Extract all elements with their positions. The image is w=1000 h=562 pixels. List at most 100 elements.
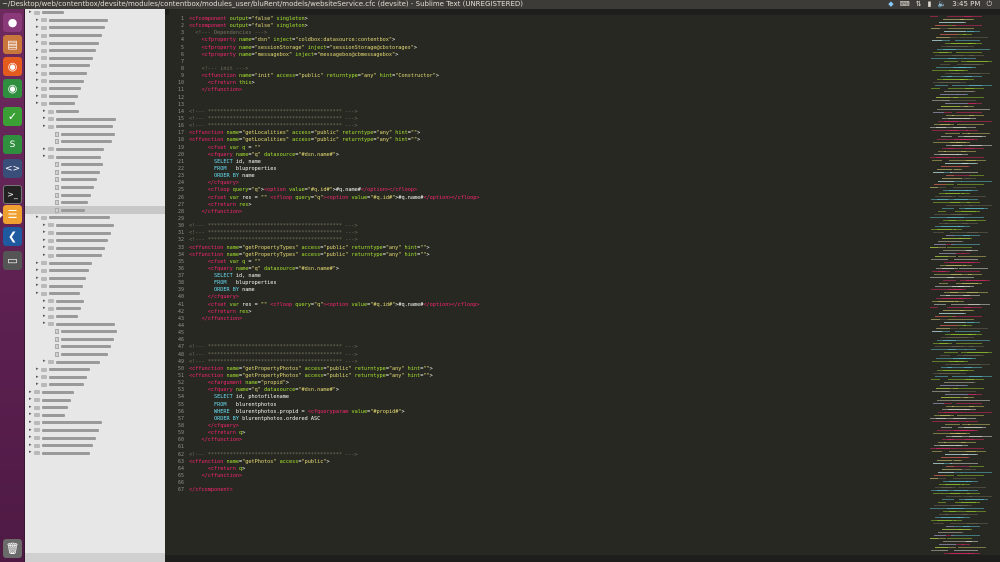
code-editor-icon[interactable]: <>	[3, 159, 22, 178]
tree-item[interactable]: ▸	[25, 282, 165, 290]
tree-item[interactable]	[25, 351, 165, 359]
tree-item[interactable]: ▸	[25, 229, 165, 237]
tree-item[interactable]: ▸	[25, 252, 165, 260]
tree-item[interactable]: ▸	[25, 24, 165, 32]
tree-item[interactable]	[25, 336, 165, 344]
tree-item[interactable]: ▸	[25, 100, 165, 108]
tree-item[interactable]: ▸	[25, 115, 165, 123]
tree-item[interactable]: ▸	[25, 146, 165, 154]
minimap-line	[955, 502, 980, 503]
tree-item[interactable]	[25, 168, 165, 176]
tree-item[interactable]: ▸	[25, 32, 165, 40]
minimap-line	[940, 34, 958, 35]
tree-item[interactable]: ▸	[25, 93, 165, 101]
sublime-icon[interactable]: S	[3, 135, 22, 154]
files-icon[interactable]: ▤	[3, 35, 22, 54]
chrome-icon[interactable]: ◉	[3, 79, 22, 98]
code-token: "getLocalities"	[242, 137, 289, 144]
tree-item[interactable]: ▸	[25, 39, 165, 47]
keyboard-icon[interactable]: ⌨	[900, 0, 910, 9]
code-token: name	[238, 44, 252, 51]
tree-item[interactable]: ▸	[25, 434, 165, 442]
terminal-green-icon[interactable]: ✓	[3, 107, 22, 126]
code-token: ORDER BY	[214, 287, 243, 294]
tree-item[interactable]: ▸	[25, 419, 165, 427]
line-number: 45	[177, 330, 184, 337]
tree-item[interactable]: ▸	[25, 449, 165, 457]
sublime-active-icon[interactable]: ☰	[0, 205, 22, 224]
tree-item[interactable]: ▸	[25, 237, 165, 245]
minimap-line	[968, 133, 990, 134]
folder-tree: ▸ ▸ ▸ ▸ ▸ ▸ ▸ ▸ ▸ ▸ ▸ ▸ ▸ ▸ ▸ ▸ ▸ ▸ ▸ ▸ ▸ ▸ ▸ ▸ ▸ ▸ ▸ ▸ ▸ ▸ ▸ ▸ ▸ ▸ ▸ ▸ ▸ ▸ ▸ ▸…	[25, 9, 165, 457]
tree-item[interactable]: ▸	[25, 313, 165, 321]
terminal-icon[interactable]: >_	[3, 185, 22, 204]
tree-item[interactable]: ▸	[25, 244, 165, 252]
code-token: id, name	[235, 158, 261, 165]
tree-item[interactable]: ▸	[25, 47, 165, 55]
tree-item[interactable]: ▸	[25, 260, 165, 268]
firefox-icon[interactable]: ◉	[3, 57, 22, 76]
dash-icon[interactable]: ●	[3, 13, 22, 32]
tree-item[interactable]: ▸	[25, 411, 165, 419]
code-line: <cffunction name="init" access="public" …	[189, 73, 929, 80]
tree-item[interactable]: ▸	[25, 153, 165, 161]
tree-item[interactable]: ▸	[25, 320, 165, 328]
tree-item[interactable]: ▸	[25, 374, 165, 382]
line-number: 35	[177, 258, 184, 265]
tree-item[interactable]: ▸	[25, 17, 165, 25]
tree-item[interactable]: ▸	[25, 70, 165, 78]
tree-item[interactable]	[25, 199, 165, 207]
tree-item[interactable]	[25, 176, 165, 184]
trash-icon[interactable]: 🗑	[3, 539, 22, 558]
tree-item[interactable]: ▸	[25, 214, 165, 222]
tree-item[interactable]	[25, 161, 165, 169]
tree-item[interactable]: ▸	[25, 366, 165, 374]
tree-item[interactable]: ▸	[25, 389, 165, 397]
minimap-line	[969, 205, 992, 206]
minimap[interactable]	[930, 16, 1000, 556]
tree-item[interactable]: ▸	[25, 108, 165, 116]
tree-item[interactable]	[25, 191, 165, 199]
tree-item[interactable]: ▸	[25, 427, 165, 435]
code-token: "#dsn.name#"	[298, 265, 336, 272]
power-icon[interactable]: ⏻	[986, 0, 992, 9]
tree-item[interactable]: ▸	[25, 358, 165, 366]
minimap-line	[962, 514, 978, 515]
minimap-line	[930, 157, 954, 158]
tree-item[interactable]: ▸	[25, 442, 165, 450]
tree-item[interactable]: ▸	[25, 77, 165, 85]
tree-item[interactable]: ▸	[25, 290, 165, 298]
network-icon[interactable]: ⇅	[916, 0, 922, 9]
code-view[interactable]: <cfcomponent output="false" singleton> <c…	[189, 16, 929, 556]
tree-item[interactable]: ▸	[25, 275, 165, 283]
tree-item[interactable]: ▸	[25, 85, 165, 93]
tree-item[interactable]: ▸	[25, 9, 165, 17]
tree-item[interactable]	[25, 138, 165, 146]
tree-item[interactable]	[25, 184, 165, 192]
code-token: hint	[376, 73, 393, 80]
tree-item[interactable]: ▸	[25, 222, 165, 230]
tree-item-selected[interactable]	[25, 206, 165, 215]
tree-item[interactable]: ▸	[25, 267, 165, 275]
clock[interactable]: 3:45 PM	[952, 0, 980, 9]
tree-item[interactable]	[25, 343, 165, 351]
drive-icon[interactable]: ▭	[3, 251, 22, 270]
tree-item[interactable]: ▸	[25, 298, 165, 306]
tree-item[interactable]: ▸	[25, 404, 165, 412]
tab-websiteservice[interactable]	[169, 9, 259, 15]
battery-icon[interactable]: ▮	[928, 0, 932, 9]
tree-item[interactable]	[25, 328, 165, 336]
tree-item[interactable]: ▸	[25, 305, 165, 313]
code-line	[189, 444, 929, 451]
tree-item[interactable]: ▸	[25, 396, 165, 404]
tree-item[interactable]: ▸	[25, 381, 165, 389]
tree-item[interactable]: ▸	[25, 62, 165, 70]
dropbox-icon[interactable]: ◆	[888, 0, 893, 9]
tree-item[interactable]: ▸	[25, 55, 165, 63]
tree-item[interactable]	[25, 131, 165, 139]
volume-icon[interactable]: 🔈	[938, 0, 947, 9]
vscode-icon[interactable]: ❮	[3, 227, 22, 246]
tree-item[interactable]: ▸	[25, 123, 165, 131]
line-number: 60	[177, 437, 184, 444]
